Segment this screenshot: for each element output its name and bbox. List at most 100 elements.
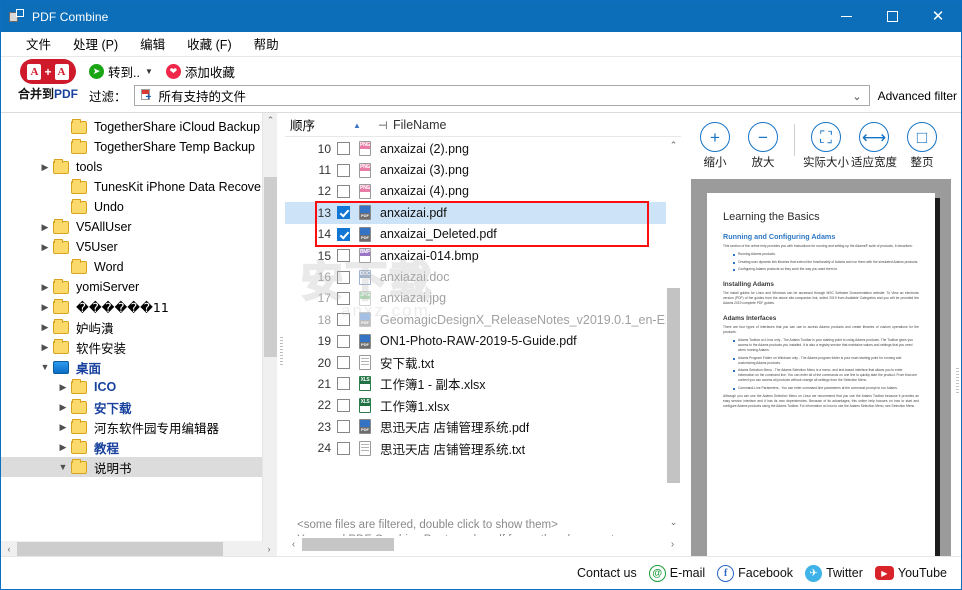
contact-us-label[interactable]: Contact us [577, 566, 637, 580]
chevron-right-icon[interactable]: ▶ [37, 242, 53, 252]
row-checkbox[interactable] [337, 227, 350, 241]
fit-page-button[interactable]: □ 整页 [898, 122, 946, 170]
file-list-scroll-down-button[interactable]: ⌄ [666, 515, 681, 530]
email-link[interactable]: @ E-mail [648, 564, 705, 582]
menu-favorites[interactable]: 收藏 (F) [176, 31, 242, 57]
tree-item[interactable]: ▶ Word [1, 257, 277, 277]
tree-hscroll-left-button[interactable]: ‹ [1, 544, 17, 554]
file-list-hscroll-track[interactable] [302, 537, 664, 552]
chevron-right-icon[interactable]: ▶ [55, 442, 71, 452]
row-checkbox[interactable] [337, 377, 350, 391]
tree-item[interactable]: ▶ ICO [1, 377, 277, 397]
file-list-scroll-thumb[interactable] [667, 288, 680, 483]
table-row[interactable]: 18 PDF GeomagicDesignX_ReleaseNotes_v2019.… [285, 309, 681, 330]
add-favorite-button[interactable]: ❤ 添加收藏 [165, 62, 235, 81]
filter-combobox[interactable]: + 所有支持的文件 ⌄ [133, 85, 870, 106]
tree-item[interactable]: ▶ 教程 [1, 437, 277, 457]
preview-stage[interactable]: Learning the Basics Running and Configur… [691, 179, 951, 582]
column-order[interactable]: 顺序 [285, 115, 363, 134]
table-row[interactable]: 12 PNG anxaizai (4).png [285, 181, 681, 202]
row-checkbox[interactable] [337, 206, 350, 220]
file-list-vertical-scrollbar[interactable]: ⌃ ⌄ [666, 138, 681, 530]
table-row[interactable]: 21 XLS 工作簿1 - 副本.xlsx [285, 373, 681, 394]
column-filename[interactable]: FileName [393, 118, 447, 132]
table-row[interactable]: 22 XLS 工作簿1.xlsx [285, 395, 681, 416]
twitter-link[interactable]: ✈ Twitter [805, 564, 863, 582]
tree-item[interactable]: ▼ 说明书 [1, 457, 277, 477]
table-row[interactable]: 10 PNG anxaizai (2).png [285, 138, 681, 159]
chevron-right-icon[interactable]: ▶ [37, 162, 53, 172]
zoom-in-button[interactable]: − 放大 [739, 122, 787, 170]
chevron-right-icon[interactable]: ▶ [55, 382, 71, 392]
tree-scroll-thumb[interactable] [264, 177, 277, 357]
tree-item[interactable]: ▶ 河东软件园专用编辑器 [1, 417, 277, 437]
table-row[interactable]: 14 PDF anxaizai_Deleted.pdf [285, 224, 681, 245]
pin-column-icon[interactable]: ⊣ [378, 119, 388, 132]
tree-scroll-up-button[interactable]: ⌃ [263, 113, 278, 128]
menu-process[interactable]: 处理 (P) [62, 31, 129, 57]
panel-splitter[interactable] [277, 112, 285, 589]
table-row[interactable]: 24 思迅天店 店铺管理系统.txt [285, 437, 681, 458]
file-list-scroll-up-button[interactable]: ⌃ [666, 138, 681, 153]
tree-item[interactable]: ▶ 软件安装 [1, 337, 277, 357]
file-list-hscroll-thumb[interactable] [302, 538, 394, 551]
table-row[interactable]: 13 PDF anxaizai.pdf [285, 202, 681, 224]
tree-item[interactable]: ▶ ������11 [1, 297, 277, 317]
youtube-link[interactable]: ▶ YouTube [874, 566, 947, 580]
tree-item[interactable]: ▶ 安下载 [1, 397, 277, 417]
tree-item[interactable]: ▶ V5User [1, 237, 277, 257]
tree-item[interactable]: ▶ TogetherShare Temp Backup [1, 137, 277, 157]
tree-hscroll-right-button[interactable]: › [261, 544, 277, 554]
tree-hscroll-track[interactable] [17, 541, 261, 557]
table-row[interactable]: 11 PNG anxaizai (3).png [285, 159, 681, 180]
row-checkbox[interactable] [337, 142, 350, 156]
table-row[interactable]: 19 PDF ON1-Photo-RAW-2019-5-Guide.pdf [285, 331, 681, 352]
folder-tree-scroll[interactable]: ▶ TogetherShare iCloud Backup ▶ TogetherSha… [1, 113, 277, 589]
chevron-right-icon[interactable]: ▶ [37, 282, 53, 292]
chevron-right-icon[interactable]: ▶ [37, 222, 53, 232]
row-checkbox[interactable] [337, 420, 350, 434]
tree-item[interactable]: ▶ tools [1, 157, 277, 177]
row-checkbox[interactable] [337, 441, 350, 455]
row-checkbox[interactable] [337, 356, 350, 370]
tree-item[interactable]: ▶ Undo [1, 197, 277, 217]
file-list-hscroll-right-button[interactable]: › [664, 539, 681, 550]
preview-scrollbar[interactable] [953, 179, 961, 582]
maximize-button[interactable] [869, 1, 915, 32]
chevron-right-icon[interactable]: ▶ [37, 302, 53, 312]
tree-item[interactable]: ▶ yomiServer [1, 277, 277, 297]
goto-button[interactable]: ➤ 转到.. ▼ [89, 62, 153, 81]
tree-hscroll-thumb[interactable] [17, 542, 223, 556]
advanced-filter-link[interactable]: Advanced filter [878, 89, 957, 103]
tree-vertical-scrollbar[interactable]: ⌃ ⌄ [262, 113, 277, 557]
row-checkbox[interactable] [337, 184, 350, 198]
minimize-button[interactable] [823, 1, 869, 32]
file-rows[interactable]: 10 PNG anxaizai (2).png 11 PNG anxaizai (3).p… [285, 138, 681, 530]
tree-item[interactable]: ▶ V5AllUser [1, 217, 277, 237]
row-checkbox[interactable] [337, 249, 350, 263]
chevron-down-icon[interactable]: ⌄ [852, 90, 861, 103]
tree-item[interactable]: ▶ TogetherShare iCloud Backup [1, 117, 277, 137]
row-checkbox[interactable] [337, 163, 350, 177]
menu-help[interactable]: 帮助 [243, 31, 290, 57]
table-row[interactable]: 20 安下载.txt [285, 352, 681, 373]
row-checkbox[interactable] [337, 270, 350, 284]
chevron-down-icon[interactable]: ▼ [55, 462, 71, 472]
menu-file[interactable]: 文件 [15, 31, 62, 57]
combine-to-pdf-button[interactable]: A + A 合并到PDF [13, 59, 83, 102]
row-checkbox[interactable] [337, 291, 350, 305]
chevron-right-icon[interactable]: ▶ [37, 322, 53, 332]
file-list-horizontal-scrollbar[interactable]: ‹ › [285, 536, 681, 553]
zoom-out-button[interactable]: + 缩小 [691, 122, 739, 170]
chevron-right-icon[interactable]: ▶ [55, 422, 71, 432]
table-row[interactable]: 17 JPG anxiazai.jpg [285, 288, 681, 309]
table-row[interactable]: 16 DOC anxiazai.doc [285, 266, 681, 287]
chevron-right-icon[interactable]: ▶ [55, 402, 71, 412]
facebook-link[interactable]: f Facebook [717, 564, 793, 582]
menu-edit[interactable]: 编辑 [129, 31, 176, 57]
tree-item[interactable]: ▶ TunesKit iPhone Data Recove [1, 177, 277, 197]
table-row[interactable]: 23 PDF 思迅天店 店铺管理系统.pdf [285, 416, 681, 437]
close-button[interactable]: ✕ [915, 1, 961, 32]
row-checkbox[interactable] [337, 398, 350, 412]
row-checkbox[interactable] [337, 313, 350, 327]
